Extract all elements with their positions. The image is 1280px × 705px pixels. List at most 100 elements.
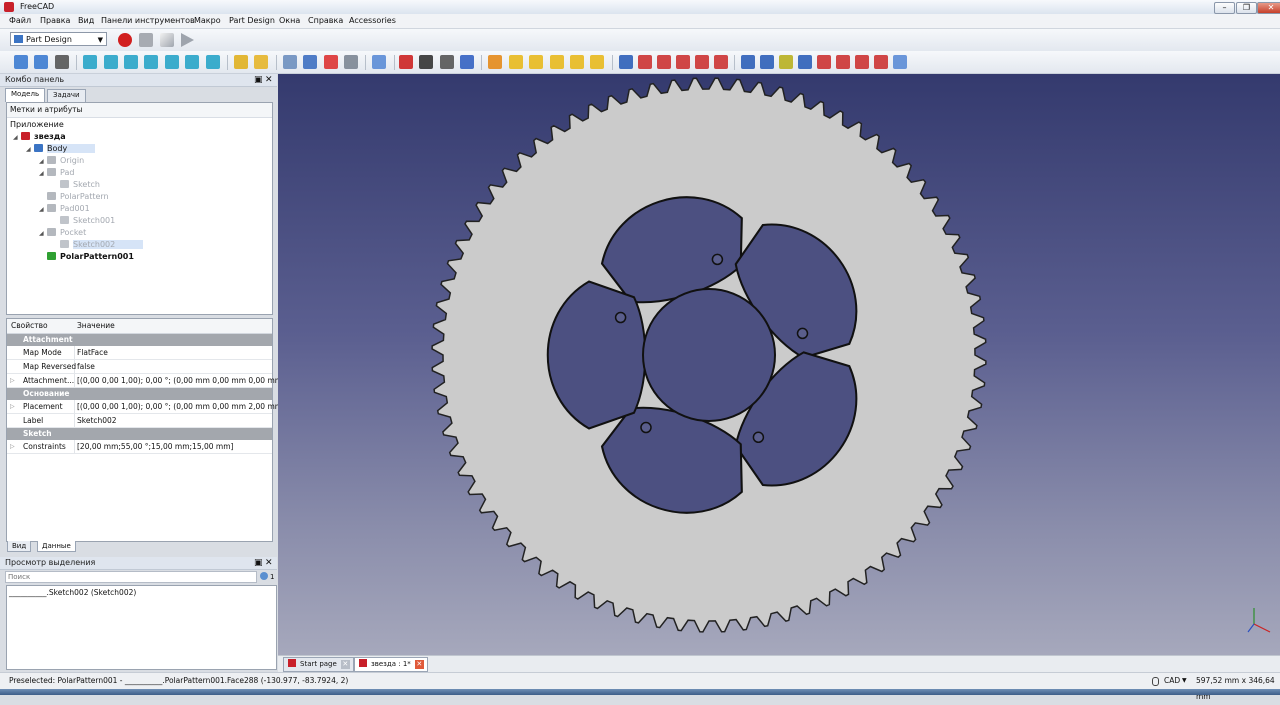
datum-plane-icon[interactable] [439, 55, 454, 69]
expand-arrow-icon[interactable]: ◢ [39, 168, 47, 180]
right-view-icon[interactable] [144, 55, 159, 69]
datum-point-icon[interactable] [398, 55, 413, 69]
property-row[interactable]: ▷ Placement [(0,00 0,00 1,00); 0,00 °; (0,… [7, 400, 288, 414]
part-icon[interactable] [254, 55, 269, 69]
menu-accessories[interactable]: Accessories [349, 15, 396, 27]
menu-part-design[interactable]: Part Design [229, 15, 275, 27]
fit-selection-icon[interactable] [34, 55, 49, 69]
bottom-view-icon[interactable] [185, 55, 200, 69]
hole-icon[interactable] [637, 55, 652, 69]
property-value[interactable]: false [77, 360, 95, 373]
property-group[interactable]: Sketch [7, 428, 272, 440]
edit-macro-icon[interactable] [160, 33, 174, 47]
datum-line-icon[interactable] [419, 55, 434, 69]
fit-all-icon[interactable] [14, 55, 28, 69]
tab-data[interactable]: Данные [37, 541, 76, 552]
body-icon[interactable] [303, 55, 318, 69]
tree-item[interactable]: ◢ Pad [39, 167, 74, 179]
clear-search-icon[interactable] [260, 572, 268, 580]
search-input[interactable] [5, 571, 257, 583]
pocket-icon[interactable] [618, 55, 633, 69]
validate-sketch-icon[interactable] [372, 55, 387, 69]
property-value[interactable]: Sketch002 [77, 414, 117, 427]
menu-windows[interactable]: Окна [279, 15, 300, 27]
expand-arrow-icon[interactable]: ◢ [13, 132, 21, 144]
draw-style-icon[interactable] [54, 55, 69, 69]
float-icon[interactable]: ▣ [254, 557, 263, 569]
expand-arrow-icon[interactable]: ▷ [10, 374, 15, 387]
sprocket-model[interactable] [278, 74, 1280, 655]
additive-loft-icon[interactable] [549, 55, 564, 69]
property-row[interactable]: ▷ Attachment... [(0,00 0,00 1,00); 0,00 °;… [7, 374, 288, 388]
rear-view-icon[interactable] [164, 55, 179, 69]
additive-pipe-icon[interactable] [570, 55, 584, 69]
property-value[interactable]: [(0,00 0,00 1,00); 0,00 °; (0,00 mm 0,00… [77, 374, 288, 387]
thickness-icon[interactable] [873, 55, 888, 69]
shape-binder-icon[interactable] [488, 55, 503, 69]
tab-tasks[interactable]: Задачи [47, 89, 86, 102]
boolean-icon[interactable] [892, 55, 907, 69]
property-row[interactable]: Map Mode FlatFace [7, 346, 272, 360]
property-row[interactable]: ▷ Constraints [20,00 mm;55,00 °;15,00 mm;1… [7, 440, 272, 454]
menu-help[interactable]: Справка [308, 15, 343, 27]
close-icon[interactable]: ✕ [265, 74, 273, 86]
property-value[interactable]: FlatFace [77, 346, 108, 359]
tree-item[interactable]: ◢ звезда [13, 131, 66, 143]
property-value[interactable]: [20,00 mm;55,00 °;15,00 mm;15,00 mm] [77, 440, 233, 453]
multi-transform-icon[interactable] [797, 55, 812, 69]
float-icon[interactable]: ▣ [254, 74, 263, 86]
isometric-icon[interactable] [83, 55, 98, 69]
tab-model[interactable]: Модель [5, 88, 46, 102]
tree-item[interactable]: ◢ Origin [39, 155, 84, 167]
group-icon[interactable] [282, 55, 297, 69]
create-sketch-icon[interactable] [323, 55, 338, 69]
property-group[interactable]: Attachment [7, 334, 272, 346]
tree-item[interactable]: Sketch001 [52, 215, 115, 227]
groove-icon[interactable] [656, 55, 671, 69]
property-row[interactable]: Label Sketch002 [7, 414, 272, 428]
center-bore[interactable] [642, 288, 776, 422]
tree-item[interactable]: ◢ Pocket [39, 227, 86, 239]
close-button[interactable]: ✕ [1257, 2, 1280, 14]
menu-toolbars[interactable]: Панели инструментов [101, 15, 195, 27]
expand-arrow-icon[interactable]: ▷ [10, 440, 15, 453]
tree-item[interactable]: PolarPattern [39, 191, 109, 203]
bolt-hole[interactable] [796, 327, 809, 340]
additive-primitive-icon[interactable] [590, 55, 605, 69]
tree-item[interactable]: Sketch [52, 179, 100, 191]
tab-view[interactable]: Вид [7, 541, 32, 552]
bolt-hole[interactable] [711, 253, 724, 266]
minimize-button[interactable]: – [1214, 2, 1235, 14]
local-cs-icon[interactable] [460, 55, 474, 69]
menu-macro[interactable]: Макро [194, 15, 221, 27]
left-view-icon[interactable] [205, 55, 220, 69]
tree-item[interactable]: Sketch002 [52, 239, 144, 251]
menu-file[interactable]: Файл [9, 15, 31, 27]
property-value[interactable]: [(0,00 0,00 1,00); 0,00 °; (0,00 mm 0,00… [77, 400, 288, 413]
mirrored-icon[interactable] [740, 55, 755, 69]
bolt-hole[interactable] [640, 421, 652, 434]
bolt-hole[interactable] [752, 431, 765, 444]
tab-start-page[interactable]: Start page ✕ [283, 657, 354, 672]
close-tab-icon[interactable]: ✕ [414, 660, 424, 669]
tab-document-zvezda[interactable]: звезда : 1* ✕ [354, 657, 428, 672]
expand-arrow-icon[interactable]: ◢ [39, 204, 47, 216]
menu-edit[interactable]: Правка [40, 15, 70, 27]
run-macro-icon[interactable] [181, 33, 194, 47]
subtractive-primitive-icon[interactable] [713, 55, 728, 69]
expand-arrow-icon[interactable]: ▷ [10, 400, 15, 413]
top-view-icon[interactable] [124, 55, 138, 69]
bolt-hole[interactable] [614, 311, 627, 324]
close-icon[interactable]: ✕ [265, 557, 273, 569]
chamfer-icon[interactable] [835, 55, 850, 69]
expand-arrow-icon[interactable]: ◢ [39, 228, 47, 240]
polar-pattern-icon[interactable] [778, 55, 793, 69]
close-tab-icon[interactable]: ✕ [340, 660, 350, 669]
tree-item[interactable]: ◢ Body [26, 143, 96, 156]
subtractive-pipe-icon[interactable] [694, 55, 709, 69]
tree-item[interactable]: PolarPattern001 [39, 251, 134, 263]
property-row[interactable]: Map Reversed false [7, 360, 272, 374]
expand-arrow-icon[interactable]: ◢ [26, 144, 34, 156]
maximize-button[interactable]: ❐ [1236, 2, 1257, 14]
map-sketch-icon[interactable] [344, 55, 358, 69]
